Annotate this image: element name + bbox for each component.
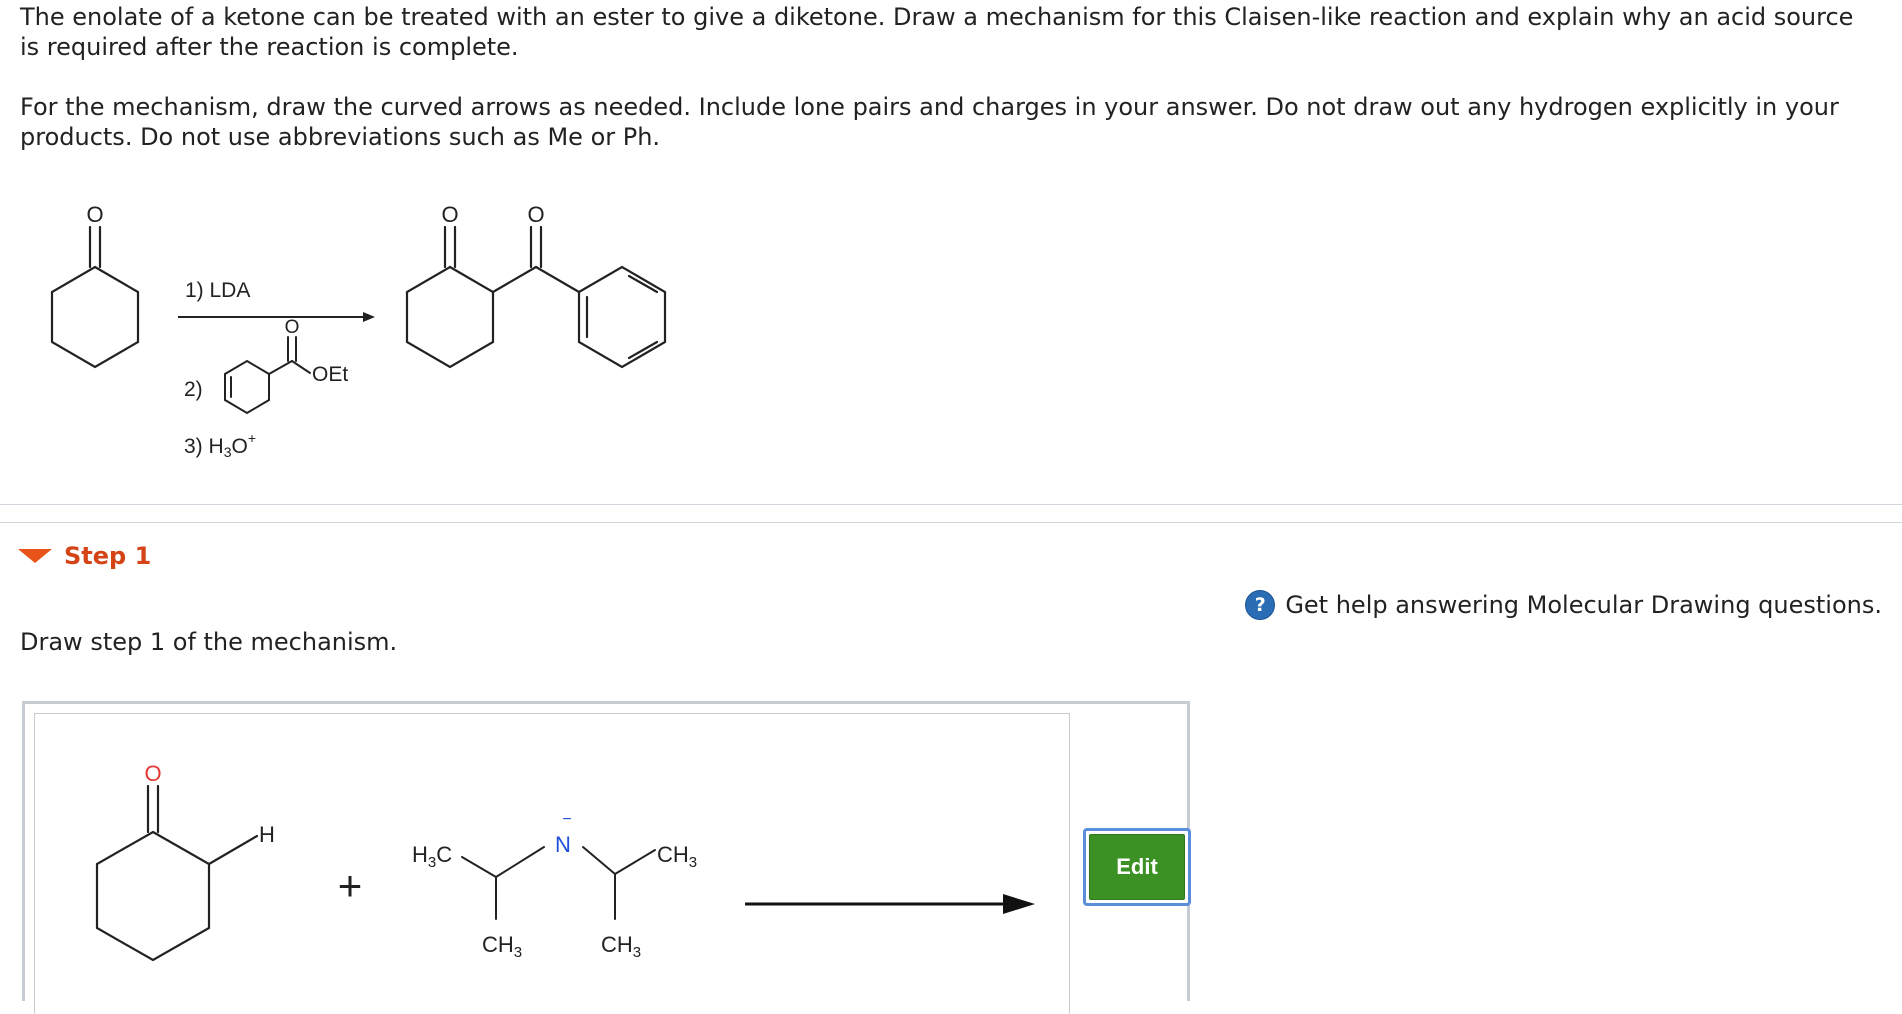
help-link-text: Get help answering Molecular Drawing que… bbox=[1285, 591, 1882, 619]
lda-structure bbox=[461, 846, 656, 920]
lda-nitrogen: N bbox=[555, 832, 571, 857]
lda-negative-charge: − bbox=[562, 811, 571, 828]
step-instruction: Draw step 1 of the mechanism. bbox=[20, 628, 398, 656]
reaction-arrow-head bbox=[363, 312, 375, 322]
lda-ch3-right: CH3 bbox=[657, 842, 697, 871]
plus-sign: + bbox=[338, 862, 363, 909]
reagent-1: 1) LDA bbox=[185, 279, 250, 302]
ethyl-benzoate-structure bbox=[224, 336, 311, 415]
lda-ch3-bottom-right: CH3 bbox=[601, 932, 641, 961]
alpha-hydrogen: H bbox=[259, 822, 275, 847]
lda-h3c-left: H3C bbox=[412, 842, 452, 871]
step-1-toggle[interactable]: Step 1 bbox=[18, 542, 151, 570]
section-divider-bottom bbox=[0, 522, 1902, 523]
edit-button-label: Edit bbox=[1089, 834, 1185, 900]
help-link[interactable]: ? Get help answering Molecular Drawing q… bbox=[1245, 590, 1882, 620]
diketone-product-structure bbox=[405, 225, 667, 369]
reagent-3: 3) H3O+ bbox=[184, 430, 256, 460]
reagent-2-ethoxy: OEt bbox=[312, 363, 348, 386]
edit-button[interactable]: Edit bbox=[1083, 828, 1191, 906]
drawing-canvas[interactable]: O H + H3C N − CH3 CH3 CH3 bbox=[34, 713, 1070, 1014]
section-divider-top bbox=[0, 504, 1902, 505]
product-oxygen-1: O bbox=[441, 202, 458, 227]
answer-panel: O H + H3C N − CH3 CH3 CH3 Edit bbox=[22, 701, 1191, 1014]
mechanism-arrow-head bbox=[1003, 894, 1035, 914]
product-oxygen-2: O bbox=[527, 202, 544, 227]
question-circle-icon: ? bbox=[1245, 590, 1276, 620]
step-title: Step 1 bbox=[64, 542, 152, 570]
mechanism-drawing: O H + H3C N − CH3 CH3 CH3 bbox=[95, 761, 1035, 962]
lda-ch3-bottom-left: CH3 bbox=[482, 932, 522, 961]
reaction-scheme: O 1) LDA 2) O OEt 3) H3O+ O O bbox=[50, 202, 667, 460]
reagent-2-prefix: 2) bbox=[184, 378, 203, 401]
question-paragraph-2: For the mechanism, draw the curved arrow… bbox=[20, 93, 1839, 151]
question-paragraph-1: The enolate of a ketone can be treated w… bbox=[20, 3, 1854, 61]
caret-down-icon bbox=[18, 549, 52, 563]
ester-oxygen: O bbox=[285, 317, 300, 338]
cyclohexanone-structure bbox=[50, 225, 140, 369]
cyclohexanone-reactant bbox=[95, 784, 259, 962]
reactant-oxygen: O bbox=[144, 761, 161, 786]
scheme-oxygen-1: O bbox=[86, 202, 103, 227]
